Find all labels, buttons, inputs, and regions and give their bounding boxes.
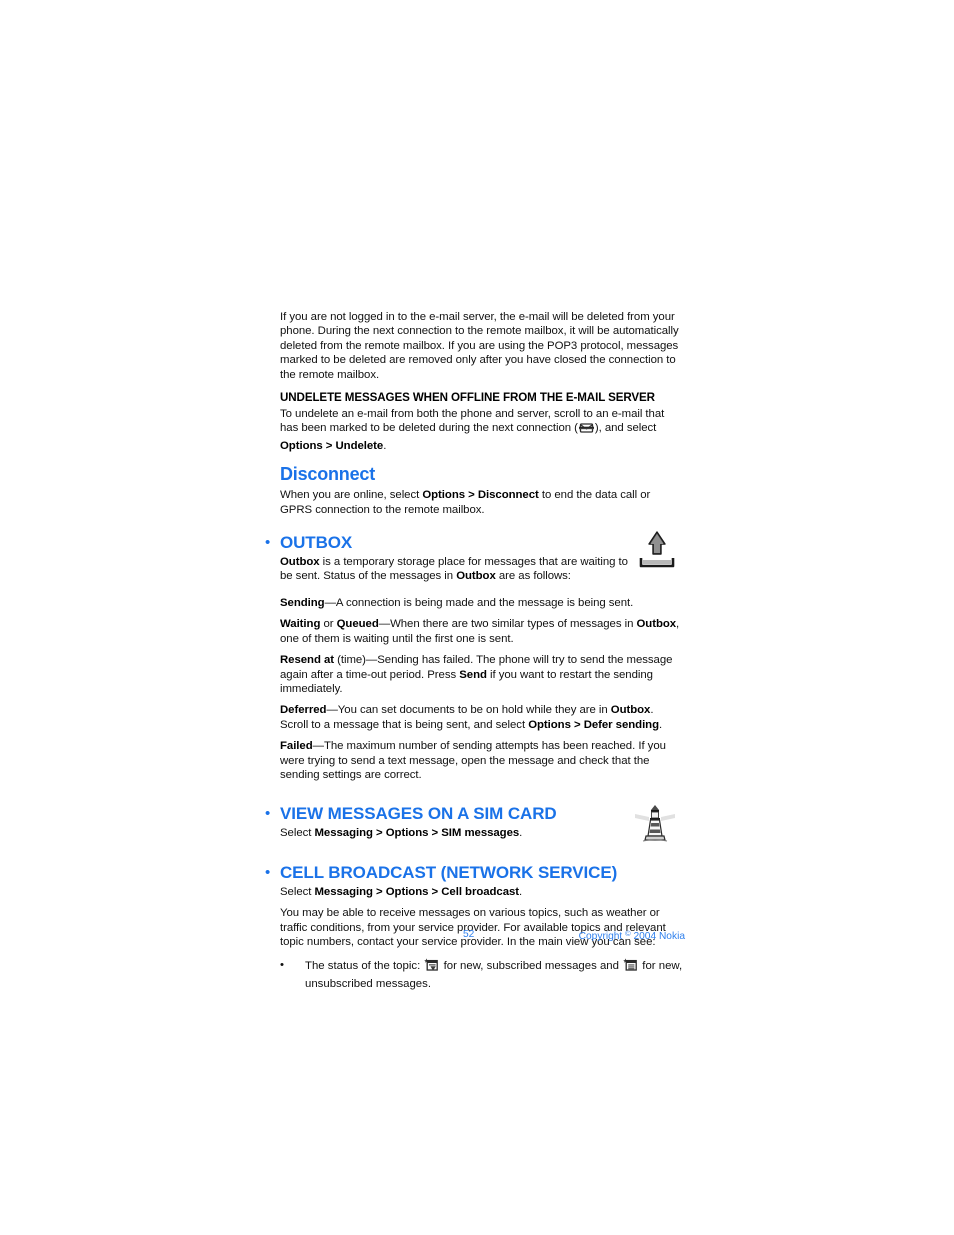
disconnect-heading: Disconnect [280, 464, 376, 485]
status-label-waiting: Waiting [280, 618, 321, 631]
outbox-heading: OUTBOX [280, 533, 353, 553]
undelete-bold-path: Options > Undelete [280, 439, 384, 452]
sim-card-bold-path: Messaging > Options > SIM messages [314, 827, 520, 840]
status-text-deferred-1: —You can set documents to be on hold whi… [326, 704, 611, 717]
undelete-heading: UNDELETE MESSAGES WHEN OFFLINE FROM THE … [280, 391, 655, 405]
sim-card-heading: VIEW MESSAGES ON A SIM CARD [280, 804, 557, 824]
outbox-intro-paragraph: Outbox is a temporary storage place for … [280, 555, 635, 584]
status-label-resend: Resend at [280, 654, 334, 667]
cell-broadcast-bullet-icon: • [265, 863, 271, 881]
cell-broadcast-select-paragraph: Select Messaging > Options > Cell broadc… [280, 885, 635, 899]
status-text-deferred-3: . [659, 718, 663, 731]
cell-broadcast-bold-path: Messaging > Options > Cell broadcast [314, 885, 520, 898]
status-label-queued: Queued [336, 618, 379, 631]
cell-broadcast-heading-row: • CELL BROADCAST (NETWORK SERVICE) [260, 863, 685, 882]
outbox-status-resend: Resend at (time)—Sending has failed. The… [280, 653, 683, 696]
status-label-sending: Sending [280, 596, 325, 609]
topic-new-unsubscribed-icon [623, 958, 638, 976]
page-number: 52 [463, 929, 475, 940]
outbox-bullet-icon: • [265, 534, 271, 552]
disconnect-text-1: When you are online, select [280, 489, 423, 502]
outbox-status-failed: Failed—The maximum number of sending att… [280, 739, 683, 782]
outbox-status-waiting: Waiting or Queued—When there are two sim… [280, 617, 683, 646]
status-bold-defer-sending: Options > Defer sending [528, 718, 659, 731]
copyright-prefix: Copyright [578, 931, 626, 942]
list-item-text-1: The status of the topic: [305, 960, 424, 973]
status-connector-waiting: or [320, 618, 337, 631]
outbox-heading-row: • OUTBOX [260, 533, 685, 552]
outbox-intro-bold-1: Outbox [280, 556, 320, 569]
deleted-mail-icon [578, 422, 594, 438]
outbox-intro-bold-2: Outbox [456, 570, 496, 583]
disconnect-paragraph: When you are online, select Options > Di… [280, 488, 683, 517]
list-item-bullet-icon: • [280, 959, 284, 972]
status-bold-outbox-deferred: Outbox [610, 704, 651, 717]
page-content: If you are not logged in to the e-mail s… [260, 310, 685, 991]
status-bold-send: Send [459, 668, 487, 681]
cell-broadcast-heading: CELL BROADCAST (NETWORK SERVICE) [280, 862, 618, 882]
undelete-text-2: ), and select [594, 422, 657, 435]
outbox-status-sending: Sending—A connection is being made and t… [280, 596, 683, 610]
cell-broadcast-select-prefix: Select [280, 885, 315, 898]
outbox-intro-text-1: is a temporary storage place for message… [280, 556, 628, 583]
sim-card-bullet-icon: • [265, 805, 271, 823]
undelete-paragraph: To undelete an e-mail from both the phon… [280, 407, 683, 453]
cell-broadcast-select-suffix: . [519, 885, 523, 898]
sim-card-text-prefix: Select [280, 827, 315, 840]
document-page: If you are not logged in to the e-mail s… [0, 0, 954, 1235]
outbox-status-deferred: Deferred—You can set documents to be on … [280, 703, 683, 732]
outbox-intro-text-2: are as follows: [495, 570, 571, 583]
cell-broadcast-paragraph: You may be able to receive messages on v… [280, 907, 666, 948]
sim-card-paragraph: Select Messaging > Options > SIM message… [280, 826, 683, 840]
status-text-waiting-1: —When there are two similar types of mes… [378, 618, 637, 631]
sim-card-text-suffix: . [519, 827, 523, 840]
copyright-notice: Copyright © 2004 Nokia [579, 929, 685, 942]
intro-paragraph: If you are not logged in to the e-mail s… [280, 311, 679, 381]
status-text-failed: —The maximum number of sending attempts … [280, 740, 666, 781]
cell-broadcast-list: • The status of the topic: for new, subs… [280, 958, 683, 991]
topic-new-subscribed-icon [424, 958, 439, 976]
disconnect-bold-path: Options > Disconnect [422, 489, 539, 502]
status-label-failed: Failed [280, 740, 313, 753]
status-label-deferred: Deferred [280, 704, 327, 717]
list-item: The status of the topic: for new, subscr… [305, 958, 683, 991]
list-item-text-2: for new, subscribed messages and [440, 960, 623, 973]
sim-card-heading-row: • VIEW MESSAGES ON A SIM CARD [260, 804, 685, 823]
copyright-suffix: 2004 Nokia [630, 931, 685, 942]
status-text-sending: —A connection is being made and the mess… [324, 596, 634, 609]
status-bold-outbox-waiting: Outbox [636, 618, 677, 631]
undelete-text-3: . [383, 439, 387, 452]
